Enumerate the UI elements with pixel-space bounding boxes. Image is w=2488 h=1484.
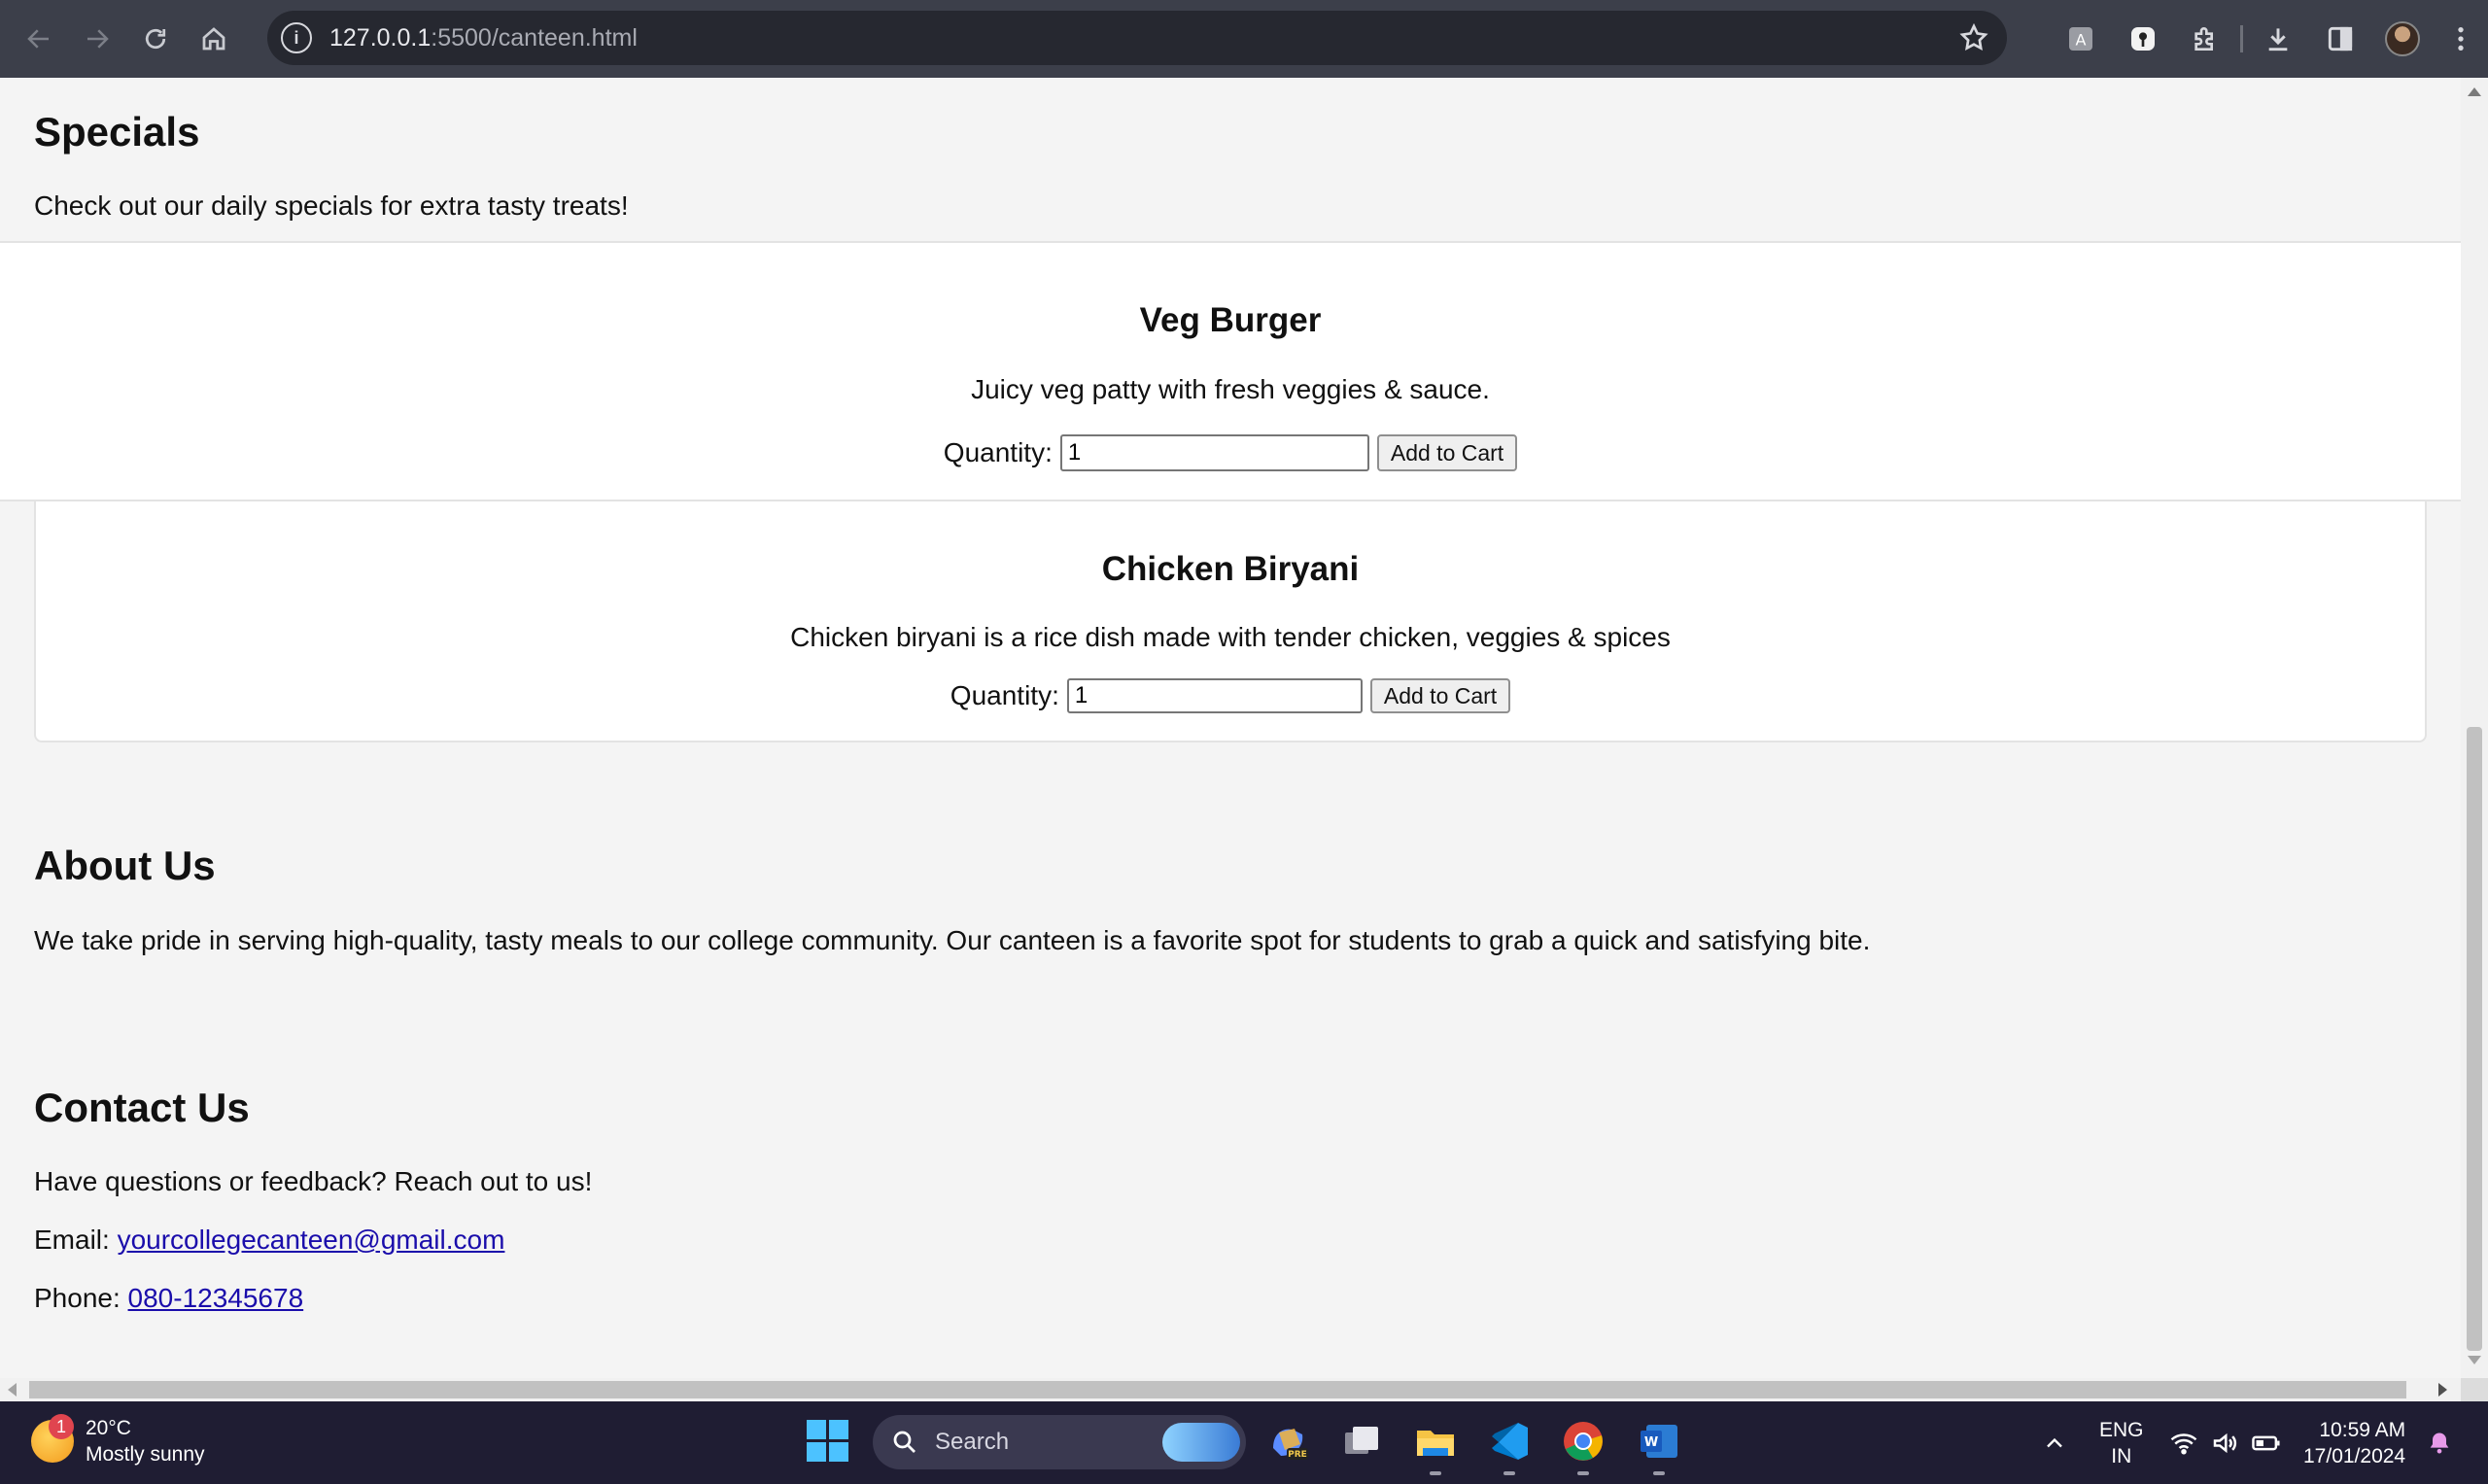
url-text[interactable]: 127.0.0.1:5500/canteen.html [329, 24, 638, 52]
contact-email-line: Email: yourcollegecanteen@gmail.com [34, 1225, 504, 1256]
quantity-label: Quantity: [950, 680, 1059, 710]
running-indicator [1430, 1471, 1441, 1475]
item-name: Veg Burger [1139, 301, 1322, 339]
specials-subtitle: Check out our daily specials for extra t… [34, 190, 629, 221]
clock[interactable]: 10:59 AM 17/01/2024 [2303, 1401, 2405, 1484]
scrollbar-corner [2461, 1378, 2488, 1401]
menu-item-card: Chicken Biryani Chicken biryani is a ric… [34, 501, 2427, 742]
item-name: Chicken Biryani [1101, 550, 1360, 588]
system-status[interactable] [2169, 1401, 2282, 1484]
page-viewport: Specials Check out our daily specials fo… [0, 78, 2461, 1378]
browser-extensions: A [2050, 0, 2488, 78]
word-icon[interactable]: W [1637, 1419, 1681, 1464]
volume-icon [2213, 1432, 2237, 1453]
running-indicator [1577, 1471, 1589, 1475]
wifi-icon [2170, 1432, 2197, 1454]
task-view-icon[interactable] [1339, 1419, 1384, 1464]
menu-kebab-icon[interactable] [2434, 10, 2488, 68]
scroll-down-icon[interactable] [2468, 1356, 2481, 1364]
quantity-row: Quantity: Add to Cart [0, 434, 2461, 471]
item-description: Juicy veg patty with fresh veggies & sau… [971, 374, 1490, 404]
email-link[interactable]: yourcollegecanteen@gmail.com [118, 1225, 505, 1255]
running-indicator [1503, 1471, 1515, 1475]
contact-title: Contact Us [34, 1085, 250, 1130]
item-description: Chicken biryani is a rice dish made with… [790, 622, 1671, 652]
extensions-puzzle-icon[interactable] [2174, 10, 2236, 68]
download-icon[interactable] [2247, 10, 2309, 68]
specials-section: Specials Check out our daily specials fo… [0, 78, 2461, 243]
clock-date: 17/01/2024 [2303, 1444, 2406, 1467]
clock-time: 10:59 AM [2319, 1418, 2406, 1441]
start-windows-icon[interactable] [807, 1420, 851, 1465]
bookmark-star-icon[interactable] [1958, 22, 1989, 53]
quantity-input[interactable] [1066, 678, 1363, 713]
browser-toolbar: i 127.0.0.1:5500/canteen.html A [0, 0, 2488, 78]
show-hidden-icons[interactable] [2041, 1401, 2068, 1484]
back-icon[interactable] [10, 10, 68, 68]
weather-widget[interactable]: 1 20°C Mostly sunny [31, 1414, 205, 1467]
extension-translate-icon[interactable]: A [2050, 10, 2112, 68]
contact-intro: Have questions or feedback? Reach out to… [34, 1166, 593, 1196]
battery-icon [2252, 1435, 2280, 1450]
side-panel-icon[interactable] [2309, 10, 2371, 68]
vertical-scrollbar[interactable] [2461, 78, 2488, 1378]
scroll-right-icon[interactable] [2438, 1383, 2447, 1397]
vertical-scroll-thumb[interactable] [2467, 727, 2482, 1351]
vscode-icon[interactable] [1487, 1419, 1532, 1464]
quantity-label: Quantity: [943, 437, 1053, 467]
weather-description: Mostly sunny [86, 1443, 205, 1466]
specials-title: Specials [34, 109, 200, 155]
profile-avatar[interactable] [2371, 10, 2434, 68]
running-indicator [1653, 1471, 1665, 1475]
toolbar-divider [2240, 25, 2243, 52]
search-icon [893, 1431, 916, 1453]
horizontal-scrollbar[interactable] [0, 1378, 2461, 1401]
menu-item-card: Veg Burger Juicy veg patty with fresh ve… [0, 243, 2461, 501]
scroll-up-icon[interactable] [2468, 87, 2481, 96]
notification-bell-icon [2430, 1432, 2449, 1453]
copilot-icon[interactable]: PRE [1265, 1419, 1310, 1464]
language-indicator[interactable]: ENG IN [2099, 1401, 2144, 1484]
taskbar-search[interactable]: Search [873, 1415, 1246, 1469]
language-code: ENG [2099, 1418, 2144, 1441]
chrome-icon[interactable] [1561, 1419, 1606, 1464]
notifications[interactable] [2426, 1401, 2453, 1484]
quantity-row: Quantity: Add to Cart [36, 678, 2425, 713]
add-to-cart-button[interactable]: Add to Cart [1376, 434, 1518, 471]
phone-link[interactable]: 080-12345678 [128, 1283, 304, 1313]
svg-text:W: W [1644, 1435, 1658, 1450]
about-text: We take pride in serving high-quality, t… [34, 925, 1871, 955]
search-label: Search [935, 1429, 1010, 1455]
weather-sun-icon: 1 [31, 1414, 74, 1463]
forward-icon[interactable] [68, 10, 126, 68]
add-to-cart-button[interactable]: Add to Cart [1369, 678, 1511, 713]
address-bar[interactable]: i 127.0.0.1:5500/canteen.html [267, 11, 2007, 65]
temperature: 20°C [86, 1417, 131, 1439]
language-region: IN [2111, 1444, 2132, 1467]
phone-label: Phone: [34, 1283, 121, 1313]
chevron-up-icon [2047, 1437, 2062, 1447]
horizontal-scroll-thumb[interactable] [29, 1381, 2406, 1398]
windows-taskbar: 1 20°C Mostly sunny Search PRE W ENG IN … [0, 1401, 2488, 1484]
email-label: Email: [34, 1225, 110, 1255]
url-host: 127.0.0.1 [329, 23, 432, 52]
search-highlight-icon [1162, 1423, 1240, 1462]
url-path: :5500/canteen.html [431, 23, 638, 52]
reload-icon[interactable] [126, 10, 185, 68]
scroll-left-icon[interactable] [8, 1383, 17, 1397]
notification-badge: 1 [49, 1414, 74, 1439]
svg-text:PRE: PRE [1288, 1450, 1307, 1460]
svg-text:A: A [2076, 31, 2087, 50]
home-icon[interactable] [185, 10, 243, 68]
about-title: About Us [34, 843, 216, 888]
site-info-icon[interactable]: i [281, 22, 312, 53]
file-explorer-icon[interactable] [1413, 1419, 1458, 1464]
password-manager-icon[interactable] [2112, 10, 2174, 68]
quantity-input[interactable] [1059, 434, 1369, 471]
contact-phone-line: Phone: 080-12345678 [34, 1283, 303, 1314]
avatar [2385, 21, 2420, 56]
